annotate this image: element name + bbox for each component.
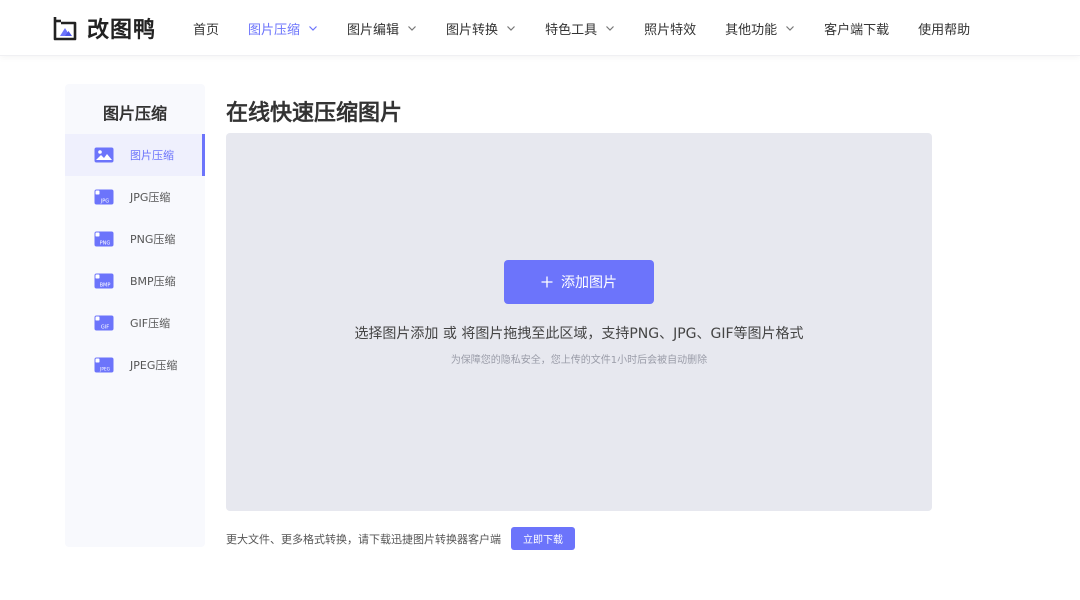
nav-item-label: 图片转换 [446, 22, 499, 38]
nav-item-label: 图片编辑 [347, 22, 400, 38]
main-nav: 首页 图片压缩 图片编辑 图片转换 特色工具 照片特效 其他功能 客户端下载 使… [193, 0, 999, 56]
svg-text:JPG: JPG [100, 199, 109, 205]
sidebar-item-label: JPEG压缩 [130, 359, 178, 372]
page-title: 在线快速压缩图片 [226, 101, 403, 126]
nav-item-label: 使用帮助 [918, 22, 971, 38]
download-now-button[interactable]: 立即下载 [511, 527, 575, 550]
image-file-icon [94, 147, 114, 163]
nav-item-home[interactable]: 首页 [193, 19, 219, 38]
nav-item-image-compress[interactable]: 图片压缩 [248, 19, 318, 38]
dropzone-hint: 选择图片添加 或 将图片拖拽至此区域，支持PNG、JPG、GIF等图片格式 [354, 326, 804, 342]
nav-item-image-convert[interactable]: 图片转换 [446, 19, 516, 38]
sidebar-item-png-compress[interactable]: PNG PNG压缩 [65, 218, 205, 260]
svg-text:GIF: GIF [101, 325, 109, 331]
nav-item-label: 照片特效 [644, 22, 697, 38]
nav-item-other-functions[interactable]: 其他功能 [725, 19, 795, 38]
nav-item-help[interactable]: 使用帮助 [918, 19, 970, 38]
chevron-down-icon [786, 26, 795, 31]
nav-item-image-edit[interactable]: 图片编辑 [347, 19, 417, 38]
gif-file-icon: GIF [94, 315, 114, 331]
add-image-button-label: 添加图片 [561, 275, 617, 291]
brand-name: 改图鸭 [87, 18, 157, 43]
add-image-button[interactable]: 添加图片 [504, 260, 654, 304]
svg-text:PNG: PNG [100, 241, 111, 247]
sidebar-item-gif-compress[interactable]: GIF GIF压缩 [65, 302, 205, 344]
plus-icon [541, 276, 553, 288]
bmp-file-icon: BMP [94, 273, 114, 289]
chevron-down-icon [309, 26, 317, 31]
svg-text:JPEG: JPEG [99, 367, 110, 373]
sidebar-item-label: JPG压缩 [130, 191, 171, 204]
chevron-down-icon [507, 26, 515, 31]
jpg-file-icon: JPG [94, 189, 114, 205]
privacy-notice: 为保障您的隐私安全，您上传的文件1小时后会被自动删除 [450, 355, 708, 366]
sidebar-item-bmp-compress[interactable]: BMP BMP压缩 [65, 260, 205, 302]
sidebar-item-label: PNG压缩 [130, 233, 176, 246]
sidebar-item-label: GIF压缩 [130, 317, 171, 330]
chevron-down-icon [408, 26, 416, 31]
brand-logo[interactable]: 改图鸭 [52, 14, 157, 43]
nav-item-special-tools[interactable]: 特色工具 [545, 19, 615, 38]
client-download-note: 更大文件、更多格式转换，请下载迅捷图片转换器客户端 [226, 533, 501, 546]
svg-text:BMP: BMP [100, 283, 111, 289]
sidebar-item-label: 图片压缩 [130, 149, 174, 162]
nav-item-label: 客户端下载 [824, 22, 890, 38]
nav-item-client-download[interactable]: 客户端下载 [824, 19, 889, 38]
png-file-icon: PNG [94, 231, 114, 247]
duck-frame-logo-icon [53, 17, 77, 41]
sidebar-item-label: BMP压缩 [130, 275, 176, 288]
sidebar-title: 图片压缩 [102, 104, 167, 123]
sidebar: 图片压缩 图片压缩 JPG JPG压缩 PNG PNG压缩 BMP BMP压缩 … [65, 84, 205, 547]
nav-item-label: 首页 [193, 22, 220, 38]
jpeg-file-icon: JPEG [94, 357, 114, 373]
nav-item-photo-effects[interactable]: 照片特效 [644, 19, 696, 38]
chevron-down-icon [606, 26, 615, 31]
sidebar-item-jpeg-compress[interactable]: JPEG JPEG压缩 [65, 344, 205, 386]
nav-item-label: 其他功能 [725, 22, 778, 38]
sidebar-item-image-compress[interactable]: 图片压缩 [65, 134, 205, 176]
nav-item-label: 特色工具 [545, 22, 598, 38]
top-navbar: 改图鸭 首页 图片压缩 图片编辑 图片转换 特色工具 照片特效 其他功能 客户端… [0, 0, 1080, 56]
sidebar-item-jpg-compress[interactable]: JPG JPG压缩 [65, 176, 205, 218]
upload-dropzone[interactable]: 添加图片 选择图片添加 或 将图片拖拽至此区域，支持PNG、JPG、GIF等图片… [226, 133, 932, 511]
nav-item-label: 图片压缩 [248, 22, 301, 38]
